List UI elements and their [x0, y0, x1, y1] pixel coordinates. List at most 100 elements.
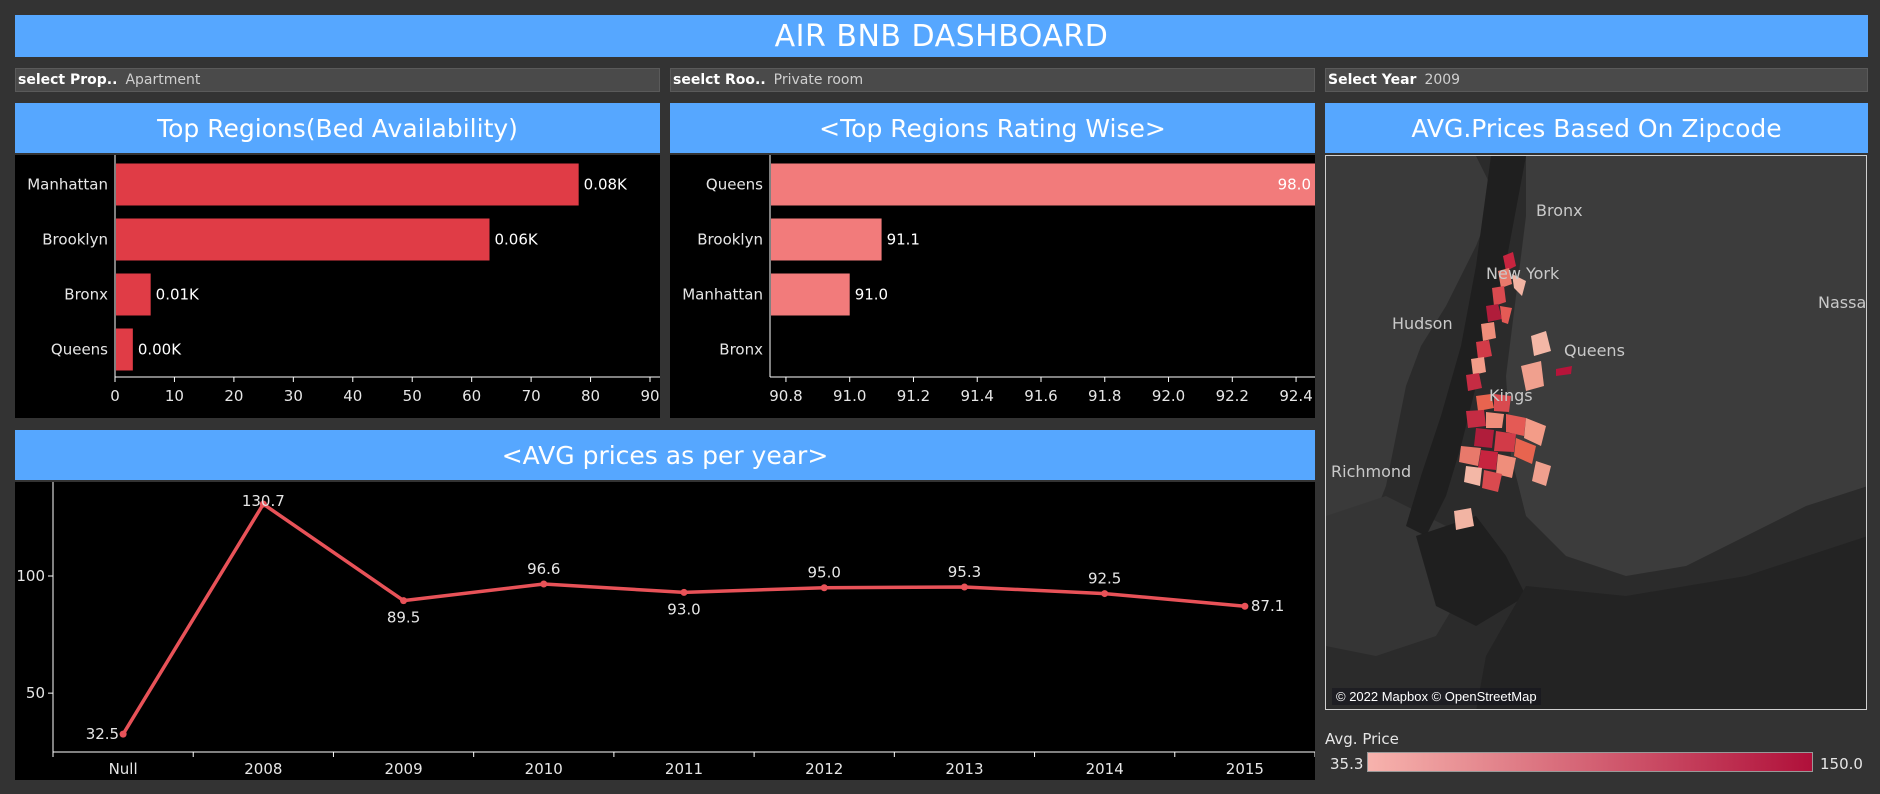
bar[interactable] — [771, 163, 1315, 206]
x-tick-label: 90 — [640, 387, 659, 405]
beds-bar-chart: Manhattan 0.08K Brooklyn 0.06K Bronx 0.01K Que… — [27, 155, 660, 405]
rating-chart-panel: Queens 98.0 Brooklyn 91.1 Manhattan 91.0 Bronx… — [670, 155, 1315, 418]
bar-data-label: 0.00K — [138, 341, 182, 359]
bar[interactable] — [771, 273, 850, 316]
data-point[interactable] — [540, 580, 548, 588]
x-tick-label: 0 — [110, 387, 120, 405]
map-label-kings: Kings — [1489, 386, 1533, 405]
data-point[interactable] — [1241, 602, 1249, 610]
data-point[interactable] — [960, 583, 968, 591]
map-label-queens: Queens — [1564, 341, 1625, 360]
x-tick-label: 10 — [165, 387, 184, 405]
x-category-label: 2009 — [384, 760, 422, 778]
x-tick-label: 30 — [284, 387, 303, 405]
x-category-label: 2015 — [1226, 760, 1264, 778]
point-data-label: 92.5 — [1088, 570, 1121, 588]
year-chart-panel: 100 50 Null 32.5 2008 130.7 2009 89.5 2010 96.6 20… — [15, 482, 1315, 780]
year-filter-value: 2009 — [1424, 72, 1461, 88]
category-label: Manhattan — [27, 176, 108, 194]
x-category-label: 2011 — [665, 760, 703, 778]
legend-min-label: 35.3 — [1330, 755, 1364, 773]
category-label: Bronx — [64, 286, 108, 304]
bar-data-label: 0.08K — [584, 176, 628, 194]
map-label-richmond: Richmond — [1331, 462, 1412, 481]
bar[interactable] — [116, 163, 579, 206]
room-type-filter[interactable]: seelct Roo.. Private room — [670, 68, 1315, 92]
x-tick-label: 40 — [343, 387, 362, 405]
y-tick-label: 100 — [16, 567, 45, 585]
x-category-label: 2014 — [1086, 760, 1124, 778]
x-tick-label: 91.4 — [961, 387, 994, 405]
rating-bar-chart: Queens 98.0 Brooklyn 91.1 Manhattan 91.0 Bronx… — [682, 155, 1315, 405]
x-tick-label: 91.0 — [833, 387, 866, 405]
x-tick-label: 60 — [462, 387, 481, 405]
bar[interactable] — [771, 218, 882, 261]
bar[interactable] — [116, 328, 133, 371]
data-point[interactable] — [1101, 590, 1109, 598]
bar-data-label: 0.06K — [495, 231, 539, 249]
point-data-label: 96.6 — [527, 560, 560, 578]
x-category-label: 2008 — [244, 760, 282, 778]
legend-max-label: 150.0 — [1820, 755, 1863, 773]
bar-data-label: 0.01K — [156, 286, 200, 304]
year-filter[interactable]: Select Year 2009 — [1325, 68, 1868, 92]
property-type-filter-value: Apartment — [125, 72, 201, 88]
category-label: Queens — [51, 341, 108, 359]
x-tick-label: 50 — [403, 387, 422, 405]
point-data-label: 32.5 — [86, 725, 119, 743]
category-label: Manhattan — [682, 286, 763, 304]
category-label: Brooklyn — [42, 231, 108, 249]
data-point[interactable] — [820, 584, 828, 592]
x-tick-label: 80 — [581, 387, 600, 405]
x-tick-label: 90.8 — [769, 387, 802, 405]
legend-title: Avg. Price — [1325, 730, 1399, 748]
bar-data-label: 91.1 — [887, 231, 920, 249]
year-line-chart: 100 50 Null 32.5 2008 130.7 2009 89.5 2010 96.6 20… — [16, 482, 1315, 778]
zipcode-map[interactable]: Bronx New York Hudson Queens Nassa Kings… — [1325, 155, 1867, 710]
data-point[interactable] — [400, 597, 408, 605]
category-label: Brooklyn — [697, 231, 763, 249]
beds-panel-title: Top Regions(Bed Availability) — [15, 103, 660, 153]
x-tick-label: 92.2 — [1216, 387, 1249, 405]
data-point[interactable] — [680, 588, 688, 596]
map-canvas — [1326, 156, 1866, 709]
map-label-hudson: Hudson — [1392, 314, 1453, 333]
map-credit: © 2022 Mapbox © OpenStreetMap — [1332, 688, 1541, 705]
map-label-new-york: New York — [1486, 264, 1560, 283]
x-category-label: Null — [109, 760, 138, 778]
dashboard-title: AIR BNB DASHBOARD — [15, 15, 1868, 57]
room-type-filter-value: Private room — [773, 72, 864, 88]
rating-panel-title: <Top Regions Rating Wise> — [670, 103, 1315, 153]
year-filter-label: Select Year — [1328, 72, 1417, 88]
beds-chart-panel: Manhattan 0.08K Brooklyn 0.06K Bronx 0.01K Que… — [15, 155, 660, 418]
y-tick-label: 50 — [26, 684, 45, 702]
point-data-label: 93.0 — [667, 600, 700, 618]
bar[interactable] — [116, 218, 490, 261]
x-tick-label: 91.8 — [1088, 387, 1121, 405]
point-data-label: 95.0 — [808, 564, 841, 582]
category-label: Queens — [706, 176, 763, 194]
legend-color-ramp — [1367, 752, 1813, 772]
x-tick-label: 91.6 — [1024, 387, 1057, 405]
point-data-label: 87.1 — [1251, 597, 1284, 615]
data-point[interactable] — [119, 730, 127, 738]
x-tick-label: 91.2 — [897, 387, 930, 405]
x-category-label: 2010 — [525, 760, 563, 778]
x-category-label: 2013 — [945, 760, 983, 778]
point-data-label: 95.3 — [948, 563, 981, 581]
x-tick-label: 70 — [522, 387, 541, 405]
x-tick-label: 20 — [224, 387, 243, 405]
x-tick-label: 92.0 — [1152, 387, 1185, 405]
map-panel-title: AVG.Prices Based On Zipcode — [1325, 103, 1868, 153]
bar-data-label: 98.0 — [1278, 176, 1311, 194]
room-type-filter-label: seelct Roo.. — [673, 72, 766, 88]
map-label-nassau: Nassa — [1818, 293, 1867, 312]
property-type-filter[interactable]: select Prop.. Apartment — [15, 68, 660, 92]
series-line — [121, 502, 1246, 736]
property-type-filter-label: select Prop.. — [18, 72, 118, 88]
bar[interactable] — [116, 273, 151, 316]
point-data-label: 89.5 — [387, 609, 420, 627]
point-data-label: 130.7 — [242, 492, 285, 510]
x-tick-label: 92.4 — [1279, 387, 1312, 405]
bar-data-label: 91.0 — [855, 286, 888, 304]
